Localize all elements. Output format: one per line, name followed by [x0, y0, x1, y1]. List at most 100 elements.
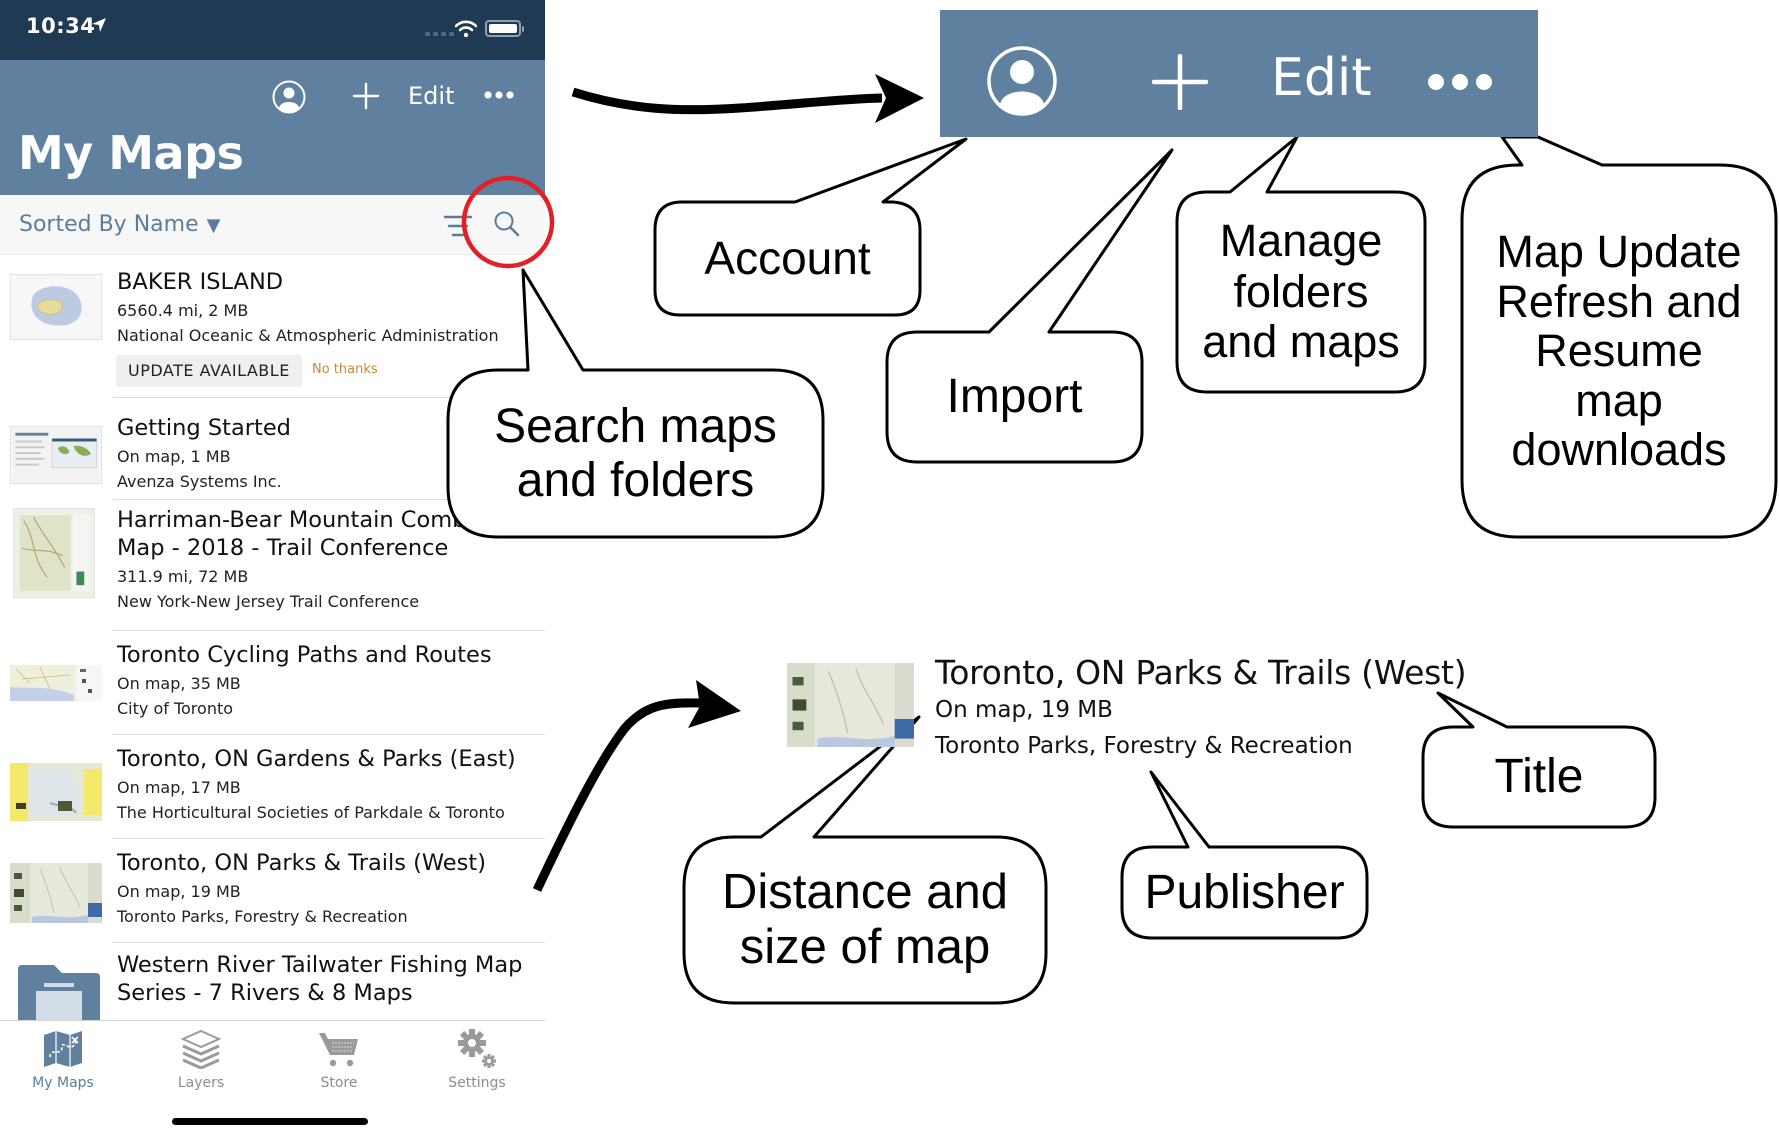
map-distance-size: 6560.4 mi, 2 MB [117, 301, 249, 320]
caret-down-icon: ▼ [206, 215, 221, 236]
map-publisher: City of Toronto [117, 699, 234, 718]
cart-icon [319, 1033, 358, 1067]
callout-label: Import [946, 370, 1083, 424]
callout-label: Account [704, 231, 871, 284]
arrowhead [688, 680, 741, 728]
sort-bar: Sorted By Name ▼ [0, 195, 545, 255]
map-publisher: New York-New Jersey Trail Conference [117, 592, 420, 611]
tab-label: Store [320, 1075, 358, 1091]
tab-layers[interactable]: Layers [146, 1029, 256, 1091]
cellular-signal-icon [425, 32, 454, 36]
callout-label: folders [1233, 265, 1369, 317]
update-available-button[interactable]: UPDATE AVAILABLE [116, 355, 302, 387]
folder-title: Western River Tailwater Fishing Map [117, 952, 523, 978]
sort-label: Sorted By Name [19, 212, 199, 237]
map-distance-size: On map, 17 MB [117, 778, 241, 797]
callout-label: and maps [1202, 316, 1400, 368]
callout-map-update-text: Map Update Refresh and Resume map downlo… [1462, 165, 1776, 537]
filter-icon[interactable] [443, 213, 473, 239]
callout-manage-text: Manage folders and maps [1177, 192, 1425, 392]
map-title: Toronto, ON Gardens & Parks (East) [117, 746, 516, 772]
folder-icon [18, 965, 100, 1025]
callout-publisher-text: Publisher [1122, 847, 1367, 938]
map-publisher: Toronto Parks, Forestry & Recreation [117, 907, 408, 926]
callout-label: size of map [739, 920, 991, 974]
status-bar: 10:34 [0, 0, 545, 60]
wifi-icon [455, 20, 477, 38]
map-title: Getting Started [117, 415, 291, 441]
gear-icon [458, 1029, 496, 1068]
map-publisher: Avenza Systems Inc. [117, 472, 282, 491]
arrow-to-toolbar-zoom [571, 87, 883, 115]
battery-icon [485, 20, 524, 37]
map-publisher: National Oceanic & Atmospheric Administr… [117, 326, 499, 345]
phone-screen: 10:34 Edit My Maps Sorted By Name ▼ BAKE… [0, 0, 545, 1137]
map-distance-size: On map, 35 MB [117, 674, 241, 693]
callout-account [645, 137, 887, 202]
map-thumbnail [10, 426, 102, 484]
callout-label: map [1575, 374, 1663, 426]
callout-label: and folders [516, 453, 755, 507]
map-title-line-2: Map - 2018 - Trail Conference [117, 535, 449, 561]
callout-account-text: Account [655, 202, 920, 315]
callout-label: Title [1494, 750, 1584, 804]
plus-icon[interactable] [352, 82, 380, 110]
tab-store[interactable]: Store [284, 1029, 394, 1091]
map-thumbnail [10, 763, 102, 821]
map-thumbnail [10, 665, 102, 701]
more-icon [1428, 74, 1492, 90]
callout-label: Refresh and [1496, 275, 1742, 327]
status-time: 10:34 [26, 14, 96, 38]
map-thumbnail [10, 863, 102, 923]
callout-label: Search maps [494, 399, 777, 453]
tab-label: Settings [448, 1075, 506, 1091]
folder-title-line-2: Series - 7 Rivers & 8 Maps [117, 980, 413, 1006]
map-title: Toronto, ON Parks & Trails (West) [117, 850, 486, 876]
tab-my-maps[interactable]: My Maps [8, 1029, 118, 1091]
enlarged-map-title: Toronto, ON Parks & Trails (West) [935, 653, 1467, 692]
map-distance-size: 311.9 mi, 72 MB [117, 567, 249, 586]
map-title: BAKER ISLAND [117, 269, 284, 295]
layers-icon [180, 1029, 222, 1069]
plus-icon [1152, 54, 1208, 110]
search-icon[interactable] [492, 209, 522, 239]
account-icon[interactable] [272, 80, 306, 114]
map-icon [44, 1031, 82, 1067]
callout-label: Resume [1535, 325, 1703, 377]
tab-label: Layers [177, 1075, 225, 1091]
callout-label: Publisher [1144, 865, 1345, 919]
callout-label: downloads [1511, 424, 1727, 476]
enlarged-map-distance-size: On map, 19 MB [935, 697, 1113, 723]
more-icon[interactable] [483, 84, 515, 106]
map-thumbnail [787, 663, 914, 747]
map-distance-size: On map, 1 MB [117, 447, 231, 466]
map-title: Toronto Cycling Paths and Routes [117, 642, 492, 668]
arrowhead [875, 74, 924, 123]
map-list-item[interactable]: Toronto, ON Gardens & Parks (East) On ma… [0, 735, 545, 839]
page-title: My Maps [18, 126, 244, 180]
map-distance-size: On map, 19 MB [117, 882, 241, 901]
tab-label: My Maps [32, 1075, 94, 1091]
home-indicator[interactable] [172, 1118, 368, 1125]
map-publisher: The Horticultural Societies of Parkdale … [117, 803, 505, 822]
folder-list-item[interactable]: Western River Tailwater Fishing Map Seri… [0, 943, 545, 1025]
location-arrow-icon [92, 18, 106, 32]
callout-distance-text: Distance and size of map [684, 837, 1046, 1003]
callout-label: Distance and [721, 865, 1008, 920]
edit-label: Edit [1271, 48, 1372, 108]
callout-search-text: Search maps and folders [448, 370, 823, 537]
navigation-bar: Edit My Maps [0, 60, 545, 195]
sort-dropdown[interactable]: Sorted By Name ▼ [19, 212, 220, 237]
arrow-to-enlarged-item [532, 698, 701, 892]
toolbar-zoom-callout: Edit [940, 10, 1538, 137]
callout-label: Manage [1219, 215, 1383, 267]
callout-label: Map Update [1496, 226, 1742, 278]
map-thumbnail [13, 508, 95, 598]
no-thanks-link[interactable]: No thanks [312, 362, 378, 377]
map-list-item[interactable]: Toronto Cycling Paths and Routes On map,… [0, 631, 545, 735]
account-icon [987, 46, 1057, 116]
tab-settings[interactable]: Settings [422, 1029, 532, 1091]
edit-button[interactable]: Edit [408, 82, 454, 110]
enlarged-map-publisher: Toronto Parks, Forestry & Recreation [935, 733, 1353, 759]
map-list-item[interactable]: Toronto, ON Parks & Trails (West) On map… [0, 839, 545, 943]
